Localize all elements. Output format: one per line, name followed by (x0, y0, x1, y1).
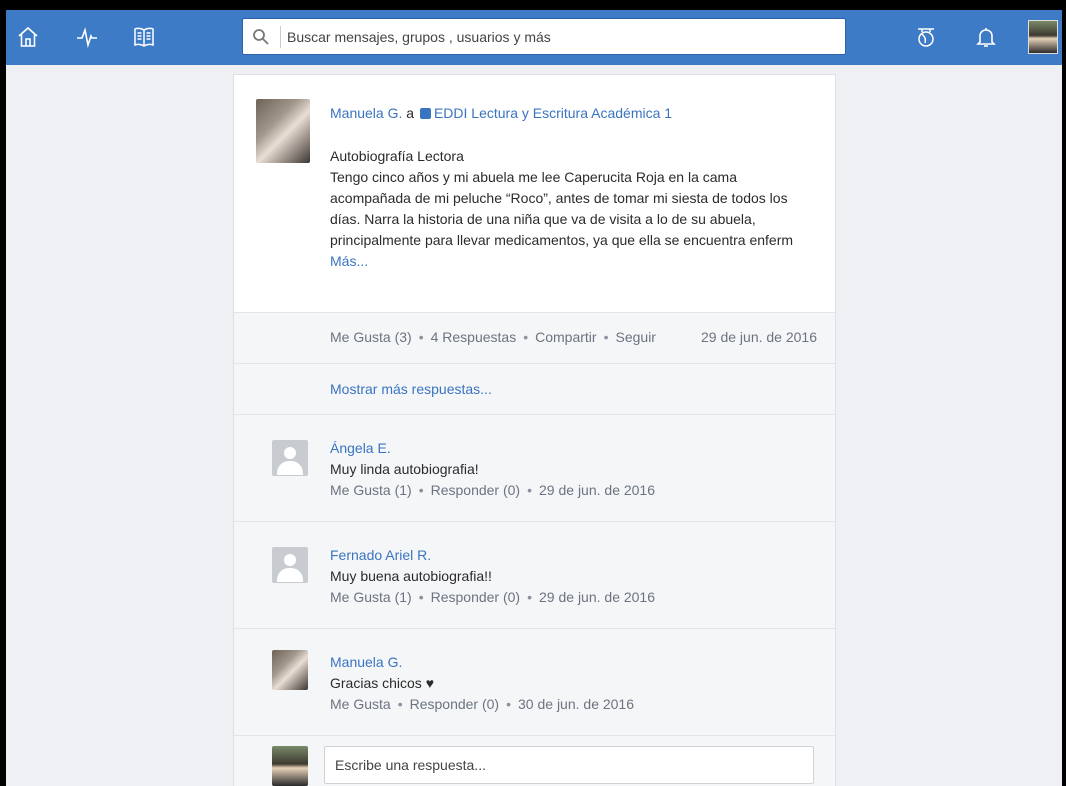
reply-date[interactable]: 29 de jun. de 2016 (539, 589, 655, 605)
separator-dot: • (506, 696, 512, 712)
reply-author[interactable]: Ángela E. (330, 438, 655, 459)
reply-date[interactable]: 29 de jun. de 2016 (539, 482, 655, 498)
show-more-replies-row: Mostrar más respuestas... (234, 364, 835, 415)
reply-like-button[interactable]: Me Gusta (330, 696, 391, 712)
reply-author[interactable]: Manuela G. (330, 652, 634, 673)
replies-count[interactable]: 4 Respuestas (431, 329, 517, 345)
reply-respond-button[interactable]: Responder (0) (431, 589, 521, 605)
reply-author[interactable]: Fernado Ariel R. (330, 545, 655, 566)
author-avatar[interactable] (256, 99, 310, 163)
post-header: Manuela G. a EDDI Lectura y Escritura Ac… (330, 105, 672, 121)
reply-item: Fernado Ariel R. Muy buena autobiografia… (234, 522, 835, 629)
post-body: Manuela G. a EDDI Lectura y Escritura Ac… (234, 75, 835, 313)
reply-text: Gracias chicos ♥ (330, 675, 435, 691)
group-icon (419, 108, 431, 119)
separator-dot: • (418, 482, 424, 498)
like-button[interactable]: Me Gusta (3) (330, 329, 412, 345)
post-author-link[interactable]: Manuela G. (330, 105, 402, 121)
separator-dot: • (418, 589, 424, 605)
bell-icon[interactable] (972, 23, 1000, 51)
separator-dot: • (523, 329, 529, 345)
post-title: Autobiografía Lectora (330, 148, 464, 164)
book-icon[interactable] (130, 23, 158, 51)
app-window: Manuela G. a EDDI Lectura y Escritura Ac… (6, 10, 1062, 786)
reply-input[interactable] (324, 746, 814, 784)
reply-date[interactable]: 30 de jun. de 2016 (518, 696, 634, 712)
group-link[interactable]: EDDI Lectura y Escritura Académica 1 (434, 105, 672, 121)
follow-button[interactable]: Seguir (616, 329, 656, 345)
current-user-avatar (272, 746, 308, 786)
post-body-text: Tengo cinco años y mi abuela me lee Cape… (330, 169, 794, 248)
user-avatar[interactable] (1028, 20, 1058, 54)
reply-like-button[interactable]: Me Gusta (1) (330, 482, 412, 498)
reply-respond-button[interactable]: Responder (0) (431, 482, 521, 498)
post-date[interactable]: 29 de jun. de 2016 (701, 329, 817, 345)
search-box[interactable] (242, 18, 846, 55)
default-avatar-icon[interactable] (272, 547, 308, 583)
separator-dot: • (527, 589, 533, 605)
activity-icon[interactable] (73, 23, 101, 51)
reply-respond-button[interactable]: Responder (0) (410, 696, 500, 712)
more-link[interactable]: Más... (330, 251, 810, 272)
reply-avatar[interactable] (272, 650, 308, 690)
reply-text: Muy linda autobiografia! (330, 461, 479, 477)
post-content: Autobiografía Lectora Tengo cinco años y… (330, 146, 810, 272)
search-divider (280, 26, 281, 48)
top-navigation-bar (6, 10, 1062, 65)
reply-like-button[interactable]: Me Gusta (1) (330, 589, 412, 605)
reply-composer (234, 736, 835, 786)
reply-text: Muy buena autobiografia!! (330, 568, 492, 584)
home-icon[interactable] (14, 23, 42, 51)
separator-dot: • (527, 482, 533, 498)
separator-dot: • (603, 329, 609, 345)
reply-item: Manuela G. Gracias chicos ♥ Me Gusta • Res… (234, 629, 835, 736)
post-connector: a (406, 105, 415, 121)
separator-dot: • (397, 696, 403, 712)
show-more-replies-link[interactable]: Mostrar más respuestas... (330, 381, 492, 397)
search-input[interactable] (287, 21, 837, 52)
post-actions: Me Gusta (3) • 4 Respuestas • Compartir • Segu… (234, 313, 835, 364)
separator-dot: • (418, 329, 424, 345)
share-button[interactable]: Compartir (535, 329, 596, 345)
hand-icon[interactable] (912, 23, 940, 51)
reply-item: Ángela E. Muy linda autobiografia! Me Gu… (234, 415, 835, 522)
default-avatar-icon[interactable] (272, 440, 308, 476)
conversation-card: Manuela G. a EDDI Lectura y Escritura Ac… (233, 74, 836, 786)
search-icon (253, 29, 269, 45)
